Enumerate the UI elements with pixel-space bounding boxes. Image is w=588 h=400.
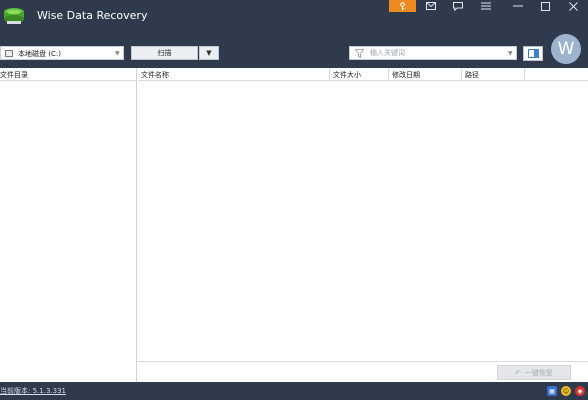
version-link[interactable]: 当前版本: 5.1.3.331 [0, 386, 66, 396]
network-icon[interactable]: ▦ [547, 386, 557, 396]
scan-options-button[interactable]: ▼ [199, 46, 219, 60]
filter-icon [355, 49, 364, 58]
caret-down-icon: ▼ [206, 49, 212, 57]
smiley-icon[interactable]: ☺ [561, 386, 571, 396]
menu-icon [480, 2, 491, 10]
scan-button[interactable]: 扫描 [131, 46, 198, 60]
feedback-icon [452, 1, 463, 11]
status-bar: 当前版本: 5.1.3.331 ▦ ☺ ◉ [0, 382, 588, 400]
app-logo-icon [3, 4, 25, 26]
column-file-size[interactable]: 文件大小 [330, 68, 389, 81]
recover-label: 一键恢复 [524, 368, 553, 377]
directory-header: 文件目录 [0, 68, 136, 81]
maximize-icon [541, 1, 550, 11]
panel-layout-icon [527, 49, 539, 58]
app-title: Wise Data Recovery [37, 9, 148, 22]
close-button[interactable] [560, 0, 587, 12]
mail-button[interactable] [417, 0, 444, 12]
mail-icon [425, 2, 436, 10]
directory-panel: 文件目录 [0, 68, 137, 382]
undo-icon: ↶ [515, 368, 521, 377]
minimize-button[interactable] [504, 0, 531, 12]
key-button[interactable] [389, 0, 416, 12]
drive-icon [5, 50, 13, 57]
search-box[interactable]: ▼ [349, 46, 517, 60]
title-bar: Wise Data Recovery 本地磁盘 (C:) ▼ 扫描 ▼ 输入关键… [0, 0, 588, 68]
feedback-button[interactable] [444, 0, 471, 12]
drive-select[interactable]: 本地磁盘 (C:) ▼ [0, 46, 124, 60]
close-icon [569, 1, 578, 11]
file-table-header: 文件名称 文件大小 修改日期 路径 [138, 68, 588, 81]
avatar[interactable]: W [551, 34, 581, 64]
weibo-icon[interactable]: ◉ [575, 386, 585, 396]
file-list-panel: 文件名称 文件大小 修改日期 路径 ↶ 一键恢复 [138, 68, 588, 382]
chevron-down-icon: ▼ [115, 50, 120, 57]
minimize-icon [512, 5, 523, 7]
divider [138, 361, 588, 362]
column-file-name[interactable]: 文件名称 [138, 68, 330, 81]
menu-button[interactable] [472, 0, 499, 12]
search-input[interactable] [370, 48, 505, 58]
chevron-down-icon[interactable]: ▼ [508, 50, 513, 57]
maximize-button[interactable] [532, 0, 559, 12]
drive-label: 本地磁盘 (C:) [18, 50, 61, 58]
view-toggle-button[interactable] [523, 46, 543, 61]
key-icon [400, 1, 405, 10]
column-modified-date[interactable]: 修改日期 [389, 68, 462, 81]
recover-button[interactable]: ↶ 一键恢复 [497, 365, 571, 380]
column-path[interactable]: 路径 [462, 68, 525, 81]
